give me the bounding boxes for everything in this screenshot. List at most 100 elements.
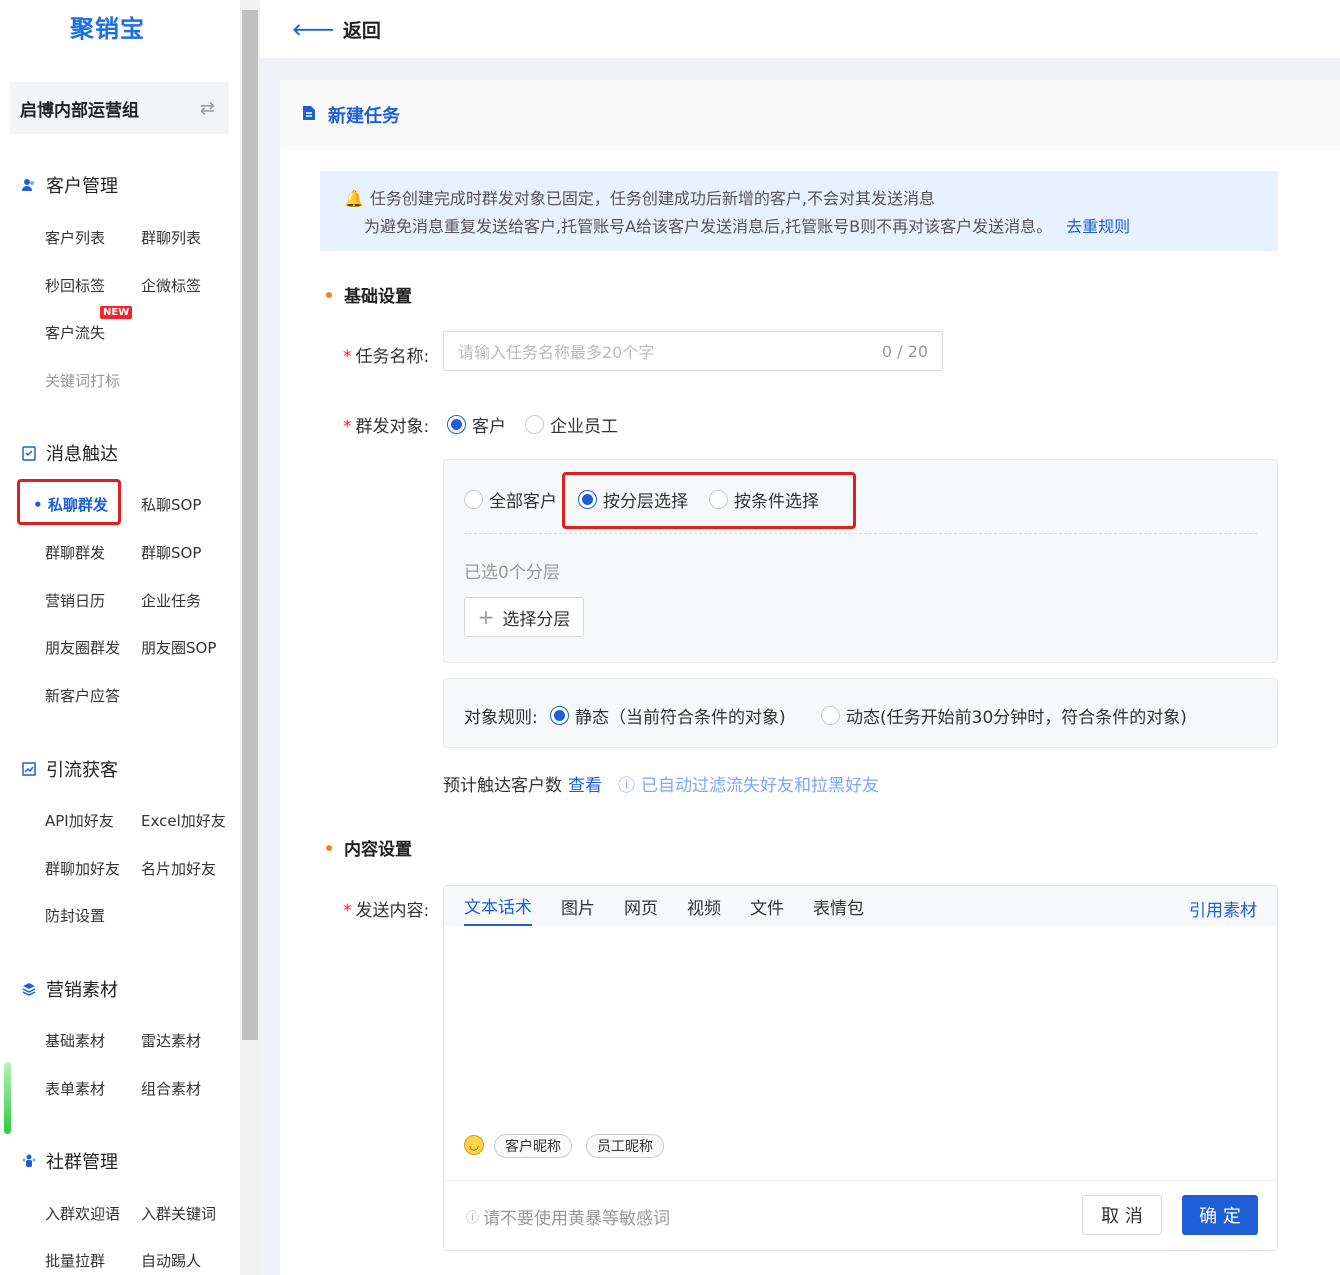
radio-by-layer[interactable]: 按分层选择	[578, 487, 688, 512]
send-content-label: * 发送内容:	[343, 901, 430, 921]
radio-target-customer[interactable]: 客户	[447, 412, 506, 437]
tab-text[interactable]: 文本话术	[464, 886, 532, 926]
sidebar-item-excel-add[interactable]: Excel加好友	[141, 810, 226, 831]
warning-text: 请不要使用黄暴等敏感词	[483, 1209, 671, 1229]
insert-customer-nickname[interactable]: 客户昵称	[494, 1134, 572, 1158]
sidebar-item-customer-list[interactable]: 客户列表	[45, 227, 105, 248]
sidebar-item-radar-material[interactable]: 雷达素材	[141, 1030, 201, 1051]
sidebar-item-moments-broadcast[interactable]: 朋友圈群发	[45, 637, 120, 658]
sidebar-item-api-add[interactable]: API加好友	[45, 810, 114, 831]
button-label: 选择分层	[502, 609, 571, 630]
new-badge: NEW	[100, 306, 133, 319]
sidebar-item-enterprise-task[interactable]: 企业任务	[141, 590, 201, 611]
team-name: 启博内部运营组	[20, 100, 139, 121]
section-title: 内容设置	[344, 840, 412, 860]
sidebar-item-group-sop[interactable]: 群聊SOP	[141, 542, 201, 563]
sidebar-scrollbar[interactable]	[240, 0, 260, 1275]
sidebar-item-customer-churn[interactable]: 客户流失	[45, 322, 105, 343]
logo[interactable]: 聚销宝	[70, 10, 145, 43]
card-header: 新建任务	[280, 80, 1340, 150]
confirm-button[interactable]: 确 定	[1182, 1195, 1258, 1235]
radio-label: 按分层选择	[603, 492, 688, 512]
radio-rule-dynamic[interactable]: 动态(任务开始前30分钟时，符合条件的对象)	[821, 703, 1187, 728]
sidebar-item-keyword-tag[interactable]: 关键词打标	[45, 370, 120, 391]
sidebar-item-batch-invite[interactable]: 批量拉群	[45, 1250, 105, 1271]
sidebar-item-basic-material[interactable]: 基础素材	[45, 1030, 105, 1051]
section-customer[interactable]: 客户管理	[20, 172, 118, 198]
back-button[interactable]: 🡐 返回	[292, 16, 381, 43]
notice-line-2: 为避免消息重复发送给客户,托管账号A给该客户发送消息后,托管账号B则不再对该客户…	[364, 217, 1053, 236]
view-estimate-link[interactable]: 查看	[568, 771, 602, 796]
sidebar-item-anti-ban[interactable]: 防封设置	[45, 905, 105, 926]
sidebar-item-auto-kick[interactable]: 自动踢人	[141, 1250, 201, 1271]
tab-webpage[interactable]: 网页	[624, 894, 658, 919]
section-community[interactable]: 社群管理	[20, 1148, 118, 1174]
sidebar-item-group-list[interactable]: 群聊列表	[141, 227, 201, 248]
sidebar-item-group-add[interactable]: 群聊加好友	[45, 858, 120, 879]
chart-icon	[20, 760, 38, 778]
section-message[interactable]: 消息触达	[20, 440, 118, 466]
tab-image[interactable]: 图片	[561, 894, 595, 919]
tab-sticker[interactable]: 表情包	[813, 894, 864, 919]
rule-label: 对象规则:	[464, 708, 538, 728]
radio-label: 按条件选择	[734, 492, 819, 512]
section-traffic[interactable]: 引流获客	[20, 756, 118, 782]
radio-all-customers[interactable]: 全部客户	[464, 487, 557, 512]
section-title: 基础设置	[344, 287, 412, 307]
section-dot	[326, 844, 332, 851]
page-title: 新建任务	[328, 106, 400, 127]
sidebar-item-moments-sop[interactable]: 朋友圈SOP	[141, 637, 216, 658]
radio-label: 动态(任务开始前30分钟时，符合条件的对象)	[846, 708, 1187, 728]
sidebar-item-private-broadcast[interactable]: • 私聊群发	[33, 494, 108, 515]
section-dot	[326, 291, 332, 298]
divider	[464, 533, 1257, 534]
radio-by-condition[interactable]: 按条件选择	[709, 487, 819, 512]
filter-hint: 已自动过滤流失好友和拉黑好友	[641, 776, 879, 796]
info-icon: ⓘ	[466, 1211, 480, 1226]
team-switcher[interactable]: 启博内部运营组 ⇄	[10, 82, 229, 134]
selected-layers-text: 已选0个分层	[464, 563, 560, 583]
char-counter: 0 / 20	[881, 341, 928, 361]
sidebar-item-card-add[interactable]: 名片加好友	[141, 858, 216, 879]
task-name-input[interactable]: 请输入任务名称最多20个字 0 / 20	[443, 331, 943, 371]
sidebar-item-group-broadcast[interactable]: 群聊群发	[45, 542, 105, 563]
sidebar-item-form-material[interactable]: 表单素材	[45, 1078, 105, 1099]
section-title: 营销素材	[46, 980, 118, 1001]
sidebar-item-combo-material[interactable]: 组合素材	[141, 1078, 201, 1099]
users-icon	[20, 176, 38, 194]
swap-icon[interactable]: ⇄	[200, 98, 215, 119]
scrollbar-thumb[interactable]	[242, 10, 258, 1040]
topbar: 🡐 返回	[260, 0, 1340, 58]
radio-target-employee[interactable]: 企业员工	[525, 412, 618, 437]
sidebar-item-wecom-tag[interactable]: 企微标签	[141, 275, 201, 296]
radio-unchecked-icon	[709, 490, 728, 509]
emoji-icon[interactable]: ◡	[464, 1135, 484, 1155]
section-title: 消息触达	[46, 444, 118, 465]
reference-material-link[interactable]: 引用素材	[1189, 896, 1257, 921]
label-text: 发送内容:	[355, 901, 430, 921]
sidebar: 聚销宝 启博内部运营组 ⇄ 客户管理 客户列表 群聊列表 秒回标签 企微标签 N…	[0, 0, 240, 1275]
section-title: 引流获客	[46, 760, 118, 781]
radio-label: 静态（当前符合条件的对象)	[575, 708, 786, 728]
sidebar-item-new-customer-reply[interactable]: 新客户应答	[45, 685, 120, 706]
sidebar-item-label: 私聊群发	[47, 496, 108, 514]
notice-banner: 🔔 任务创建完成时群发对象已固定，任务创建成功后新增的客户,不会对其发送消息 为避…	[320, 171, 1278, 251]
sidebar-item-join-keyword[interactable]: 入群关键词	[141, 1203, 216, 1224]
tab-file[interactable]: 文件	[750, 894, 784, 919]
select-layer-button[interactable]: + 选择分层	[464, 597, 584, 637]
sidebar-item-private-sop[interactable]: 私聊SOP	[141, 494, 201, 515]
tab-video[interactable]: 视频	[687, 894, 721, 919]
radio-checked-icon	[578, 490, 597, 509]
cancel-button[interactable]: 取 消	[1082, 1195, 1162, 1235]
label-text: 任务名称:	[355, 347, 430, 367]
dedup-rule-link[interactable]: 去重规则	[1066, 217, 1130, 236]
back-label: 返回	[342, 19, 381, 42]
sidebar-item-welcome-message[interactable]: 入群欢迎语	[45, 1203, 120, 1224]
radio-rule-static[interactable]: 静态（当前符合条件的对象)	[550, 703, 786, 728]
sidebar-item-marketing-calendar[interactable]: 营销日历	[45, 590, 105, 611]
section-material[interactable]: 营销素材	[20, 976, 118, 1002]
layers-icon	[20, 980, 38, 998]
sidebar-item-quick-tag[interactable]: 秒回标签	[45, 275, 105, 296]
insert-employee-nickname[interactable]: 员工昵称	[586, 1134, 664, 1158]
radio-unchecked-icon	[525, 415, 544, 434]
